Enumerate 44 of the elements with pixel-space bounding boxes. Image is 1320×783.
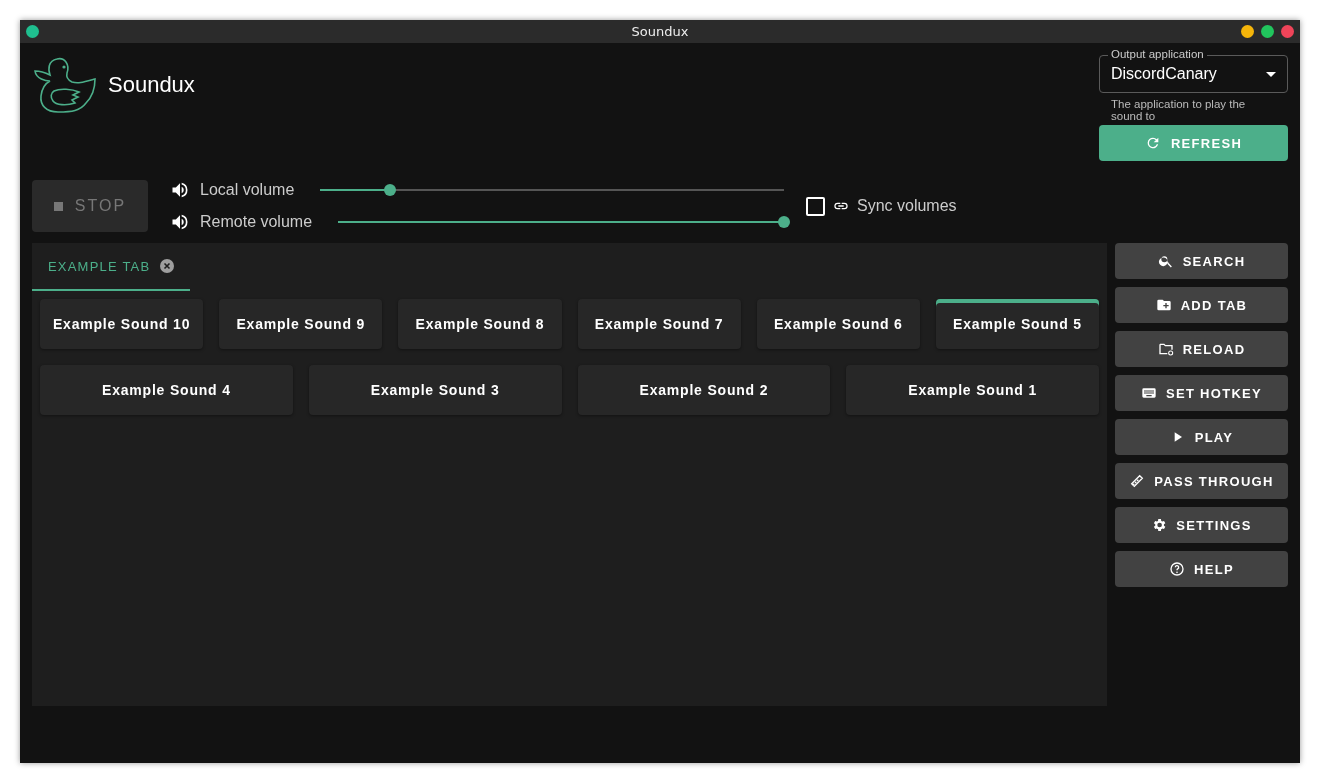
sound-button[interactable]: Example Sound 6 — [756, 299, 920, 349]
close-icon[interactable] — [160, 259, 175, 273]
slider-thumb[interactable] — [383, 184, 396, 196]
window-title: Soundux — [631, 24, 689, 39]
stop-icon — [53, 201, 63, 211]
settings-icon — [1151, 517, 1168, 533]
sound-button[interactable]: Example Sound 8 — [398, 299, 562, 349]
add-tab-button[interactable]: ADD TAB — [1115, 287, 1288, 323]
maximize-button[interactable] — [1261, 25, 1274, 38]
sync-checkbox[interactable] — [806, 196, 825, 216]
close-button[interactable] — [1281, 25, 1294, 38]
keyboard-icon — [1140, 385, 1157, 401]
sound-button[interactable]: Example Sound 5 — [935, 299, 1100, 349]
duck-logo-icon — [32, 55, 96, 115]
speaker-icon — [170, 212, 190, 232]
sound-button[interactable]: Example Sound 2 — [577, 365, 831, 415]
field-hint: The application to play the sound to — [1110, 97, 1247, 122]
app-title: Soundux — [108, 72, 195, 98]
sound-button[interactable]: Example Sound 9 — [219, 299, 383, 349]
folder-refresh-icon — [1157, 341, 1174, 357]
search-icon — [1157, 253, 1174, 269]
sound-button[interactable]: Example Sound 4 — [40, 365, 293, 415]
search-button[interactable]: SEARCH — [1115, 243, 1288, 279]
settings-button[interactable]: SETTINGS — [1115, 507, 1288, 543]
help-button[interactable]: HELP — [1115, 551, 1288, 587]
pass-button[interactable]: PASS THROUGH — [1115, 463, 1288, 499]
play-button[interactable]: PLAY — [1115, 419, 1288, 455]
sync-label: Sync volumes — [857, 197, 957, 215]
sound-button[interactable]: Example Sound 1 — [846, 365, 1099, 415]
minimize-button[interactable] — [1241, 25, 1254, 38]
sound-button[interactable]: Example Sound 3 — [308, 365, 562, 415]
app-icon — [26, 25, 39, 38]
caret-icon — [1266, 71, 1276, 77]
sound-button[interactable]: Example Sound 7 — [577, 299, 741, 349]
speaker-icon — [170, 180, 190, 200]
folder-plus-icon — [1155, 297, 1172, 313]
hotkey-button[interactable]: SET HOTKEY — [1115, 375, 1288, 411]
volume-label: Local volume — [200, 181, 295, 199]
help-icon — [1169, 561, 1186, 577]
slider-thumb[interactable] — [778, 216, 790, 228]
reload-button[interactable]: RELOAD — [1115, 331, 1288, 367]
sound-button[interactable]: Example Sound 10 — [40, 299, 204, 349]
volume-label: Remote volume — [200, 213, 313, 231]
tab[interactable]: EXAMPLE TAB — [32, 243, 191, 291]
